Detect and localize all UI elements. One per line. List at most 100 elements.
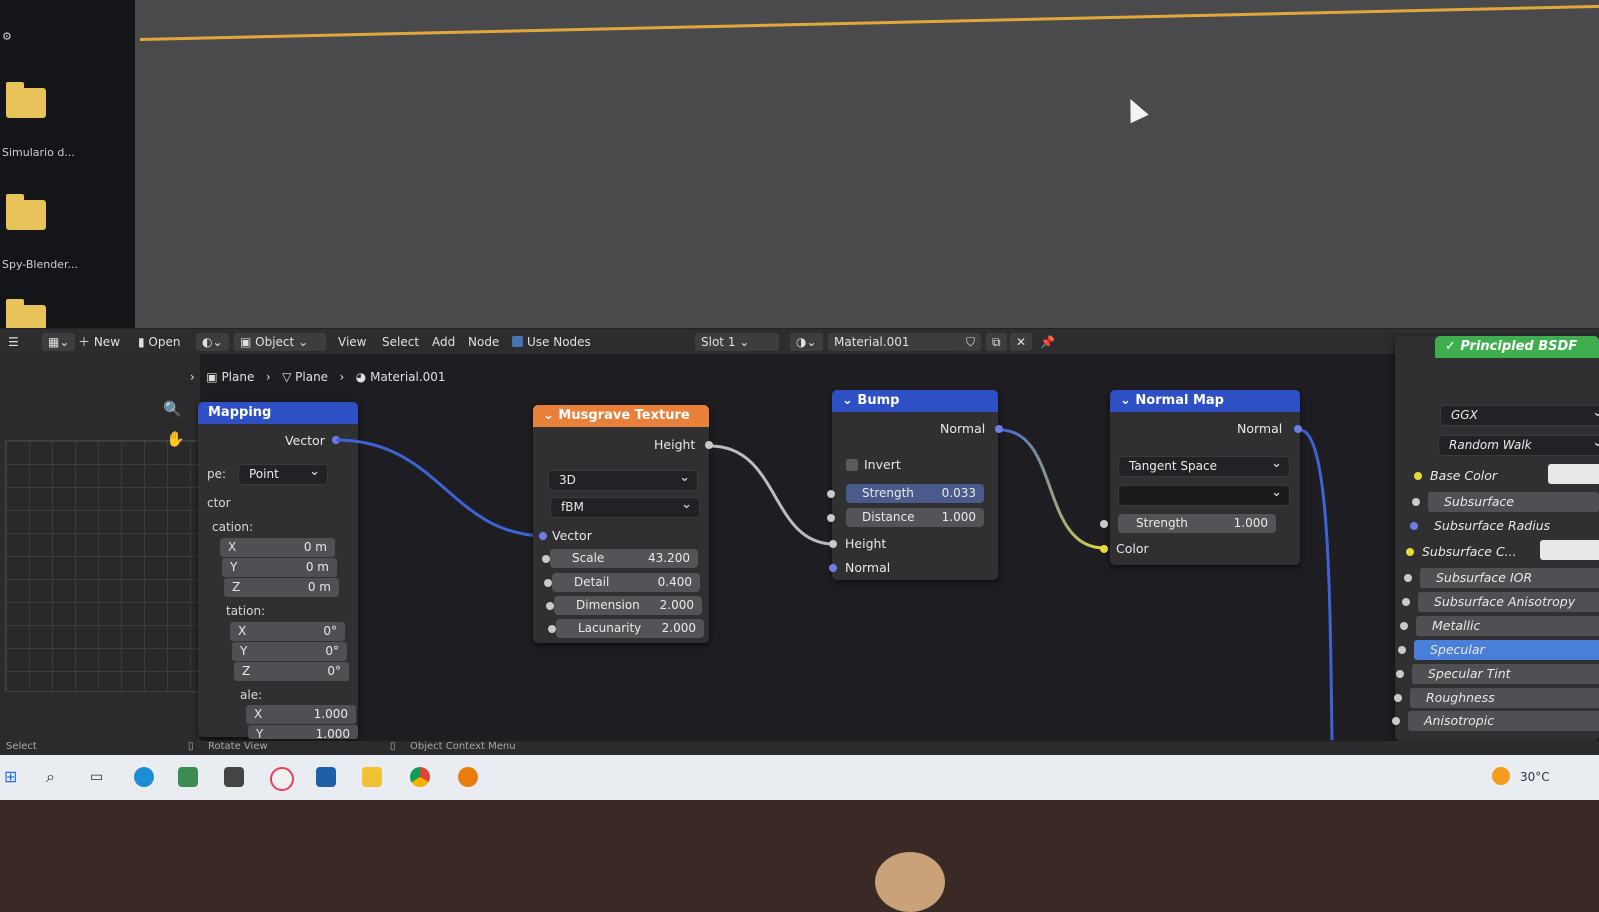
app-icon[interactable] bbox=[224, 767, 244, 787]
checkbox-icon bbox=[846, 459, 858, 471]
link-normalmap-bsdf bbox=[1299, 428, 1334, 741]
normal-map-strength-socket[interactable] bbox=[1100, 520, 1108, 528]
field-label: Detail bbox=[574, 575, 610, 589]
bump-strength-socket[interactable] bbox=[827, 490, 835, 498]
base-color-swatch[interactable] bbox=[1548, 464, 1599, 484]
musgrave-dimensions-dropdown[interactable]: 3D bbox=[548, 468, 698, 491]
specular-tint-socket[interactable] bbox=[1396, 670, 1404, 678]
normal-map-node[interactable]: ⌄ Normal Map bbox=[1110, 390, 1300, 565]
bsdf-input-specular[interactable]: Specular bbox=[1414, 640, 1599, 660]
start-icon[interactable]: ⊞ bbox=[4, 767, 24, 787]
metallic-socket[interactable] bbox=[1400, 622, 1408, 630]
normal-map-color-input-label: Color bbox=[1116, 541, 1149, 556]
link-bump-normalmap bbox=[999, 428, 1105, 550]
musgrave-vector-input-socket[interactable] bbox=[539, 532, 547, 540]
musgrave-height-output-label: Height bbox=[654, 437, 696, 452]
normal-map-output-socket[interactable] bbox=[1294, 425, 1302, 433]
bump-node-header[interactable]: ⌄ Bump bbox=[832, 390, 998, 412]
opera-icon[interactable] bbox=[270, 767, 294, 791]
normal-map-color-input-socket[interactable] bbox=[1100, 545, 1108, 553]
link-mapping-musgrave bbox=[335, 438, 546, 538]
field-label: Scale bbox=[572, 551, 605, 565]
subsurface-ior-socket[interactable] bbox=[1404, 574, 1412, 582]
status-bar: Select ▯ Rotate View ▯ Object Context Me… bbox=[0, 741, 1599, 755]
subsurface-color-socket[interactable] bbox=[1406, 548, 1414, 556]
musgrave-detail-field[interactable]: Detail 0.400 bbox=[552, 573, 700, 592]
uv-map-field[interactable] bbox=[1118, 483, 1290, 506]
musgrave-dimension-socket[interactable] bbox=[546, 602, 554, 610]
bump-normal-output-label: Normal bbox=[940, 421, 986, 436]
edge-icon[interactable] bbox=[134, 767, 154, 787]
musgrave-detail-socket[interactable] bbox=[544, 579, 552, 587]
field-label: Strength bbox=[1136, 516, 1188, 530]
bsdf-input-specular-tint[interactable]: Specular Tint bbox=[1412, 664, 1599, 684]
subsurface-radius-socket[interactable] bbox=[1410, 522, 1418, 530]
file-explorer-icon[interactable] bbox=[362, 767, 382, 787]
status-context: Object Context Menu bbox=[410, 741, 516, 752]
distribution-dropdown[interactable]: GGX bbox=[1440, 403, 1599, 426]
principled-bsdf-header[interactable]: ✓ Principled BSDF bbox=[1435, 336, 1599, 358]
musgrave-lacunarity-field[interactable]: Lacunarity 2.000 bbox=[556, 619, 704, 638]
field-value: 2.000 bbox=[659, 598, 694, 612]
bump-height-input-socket[interactable] bbox=[829, 540, 837, 548]
subsurface-method-dropdown[interactable]: Random Walk bbox=[1438, 433, 1599, 456]
app-icon[interactable] bbox=[178, 767, 198, 787]
temperature: 30°C bbox=[1520, 770, 1550, 784]
bsdf-input-roughness[interactable]: Roughness bbox=[1410, 688, 1599, 708]
normal-map-node-header[interactable]: ⌄ Normal Map bbox=[1110, 390, 1300, 412]
bump-node-title: Bump bbox=[857, 393, 900, 408]
bsdf-input-subsurface-anisotropy[interactable]: Subsurface Anisotropy bbox=[1418, 592, 1599, 612]
bsdf-input-anisotropic[interactable]: Anisotropic bbox=[1408, 711, 1599, 731]
app-icon[interactable] bbox=[316, 767, 336, 787]
musgrave-dimension-field[interactable]: Dimension 2.000 bbox=[554, 596, 702, 615]
subsurface-socket[interactable] bbox=[1412, 498, 1420, 506]
musgrave-height-output-socket[interactable] bbox=[705, 441, 713, 449]
subsurface-anisotropy-socket[interactable] bbox=[1402, 598, 1410, 606]
blender-icon[interactable] bbox=[458, 767, 478, 787]
field-value: 0.400 bbox=[657, 575, 692, 589]
search-icon[interactable]: ⌕ bbox=[46, 767, 66, 787]
anisotropic-socket[interactable] bbox=[1392, 717, 1400, 725]
normal-map-strength-field[interactable]: Strength 1.000 bbox=[1118, 514, 1276, 533]
field-label: Lacunarity bbox=[578, 621, 642, 635]
musgrave-node-header[interactable]: ⌄ Musgrave Texture bbox=[533, 405, 709, 427]
normal-map-space-dropdown[interactable]: Tangent Space bbox=[1118, 454, 1290, 477]
bump-normal-input-socket[interactable] bbox=[829, 564, 837, 572]
principled-bsdf-title: Principled BSDF bbox=[1460, 339, 1578, 354]
weather-icon[interactable] bbox=[1492, 767, 1510, 785]
bump-invert-checkbox[interactable]: Invert bbox=[846, 457, 901, 472]
bsdf-input-subsurface[interactable]: Subsurface bbox=[1428, 492, 1599, 512]
field-value: 43.200 bbox=[648, 551, 690, 565]
field-value: 1.000 bbox=[1233, 516, 1268, 530]
musgrave-scale-socket[interactable] bbox=[542, 555, 550, 563]
bump-normal-input-label: Normal bbox=[845, 560, 891, 575]
musgrave-node-title: Musgrave Texture bbox=[558, 408, 690, 423]
normal-map-node-title: Normal Map bbox=[1135, 393, 1224, 408]
bsdf-input-base-color[interactable]: Base Color bbox=[1430, 468, 1497, 483]
musgrave-lacunarity-socket[interactable] bbox=[548, 625, 556, 633]
chrome-icon[interactable] bbox=[410, 767, 430, 787]
bsdf-input-subsurface-ior[interactable]: Subsurface IOR bbox=[1420, 568, 1599, 588]
task-view-icon[interactable]: ▭ bbox=[90, 767, 110, 787]
bump-strength-field[interactable]: Strength 0.033 bbox=[846, 484, 984, 503]
invert-label: Invert bbox=[864, 457, 901, 472]
mouse-icon: ▯ bbox=[390, 741, 396, 752]
field-value: 0.033 bbox=[941, 486, 976, 500]
taskbar: ⊞ ⌕ ▭ 30°C bbox=[0, 755, 1599, 800]
monitor-bezel bbox=[0, 800, 1599, 912]
roughness-socket[interactable] bbox=[1394, 694, 1402, 702]
bump-normal-output-socket[interactable] bbox=[995, 425, 1003, 433]
subsurface-color-swatch[interactable] bbox=[1540, 540, 1599, 560]
status-select: Select bbox=[6, 741, 37, 752]
specular-socket[interactable] bbox=[1398, 646, 1406, 654]
base-color-socket[interactable] bbox=[1414, 472, 1422, 480]
musgrave-scale-field[interactable]: Scale 43.200 bbox=[550, 549, 698, 568]
bump-distance-socket[interactable] bbox=[827, 514, 835, 522]
status-rotate: Rotate View bbox=[208, 741, 268, 752]
field-value: 1.000 bbox=[941, 510, 976, 524]
musgrave-type-dropdown[interactable]: fBM bbox=[550, 495, 700, 518]
bsdf-input-subsurface-radius[interactable]: Subsurface Radius bbox=[1434, 518, 1550, 533]
bsdf-input-metallic[interactable]: Metallic bbox=[1416, 616, 1599, 636]
bump-distance-field[interactable]: Distance 1.000 bbox=[846, 508, 984, 527]
bsdf-input-subsurface-color[interactable]: Subsurface C... bbox=[1422, 544, 1517, 559]
